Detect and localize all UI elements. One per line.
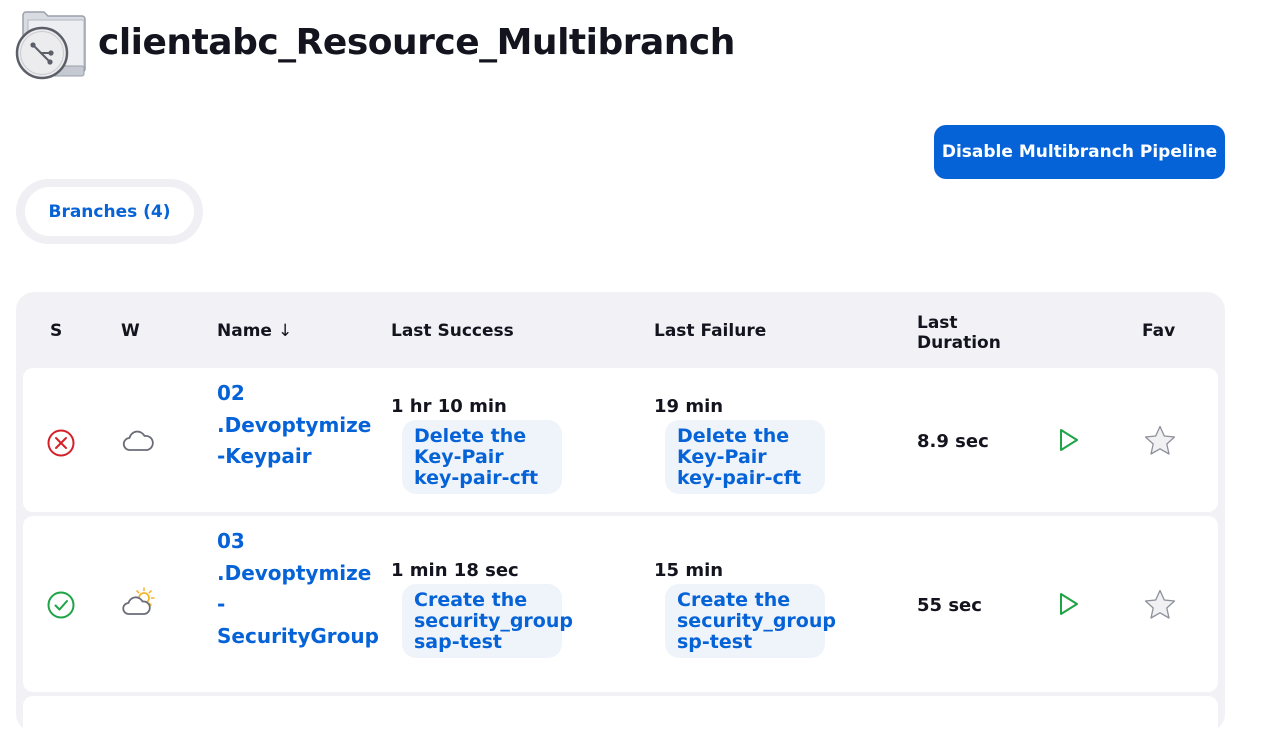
failure-icon xyxy=(46,428,76,463)
cloudy-icon xyxy=(121,428,155,459)
branch-name-line: 03 xyxy=(217,529,245,553)
sort-arrow-icon: ↓ xyxy=(277,321,293,341)
last-success-build-link[interactable]: Create the security_group sap-test xyxy=(402,584,573,658)
table-row xyxy=(23,696,1218,756)
last-success-build-link[interactable]: Delete the Key-Pair key-pair-cft xyxy=(402,420,562,494)
branch-name-line: 02 xyxy=(217,381,245,405)
star-icon[interactable] xyxy=(1143,588,1177,627)
page-header: clientabc_Resource_Multibranch xyxy=(14,6,735,82)
header-status[interactable]: S xyxy=(50,321,62,341)
play-icon[interactable] xyxy=(1057,591,1081,622)
header-name-label: Name xyxy=(217,321,272,341)
header-fav[interactable]: Fav xyxy=(1142,321,1175,341)
last-success-time: 1 hr 10 min xyxy=(391,396,507,417)
table-row: 03 .Devoptymize - SecurityGroup 1 min 18… xyxy=(23,516,1218,692)
header-last-failure[interactable]: Last Failure xyxy=(654,321,766,341)
header-last-duration[interactable]: Last Duration xyxy=(917,313,1027,353)
branches-table: S W Name ↓ Last Success Last Failure Last… xyxy=(16,292,1225,756)
table-row: 02 .Devoptymize -Keypair 1 hr 10 min Del… xyxy=(23,368,1218,512)
branch-name-line: SecurityGroup xyxy=(217,623,379,648)
branch-name-line: -Keypair xyxy=(217,444,312,468)
last-failure-build-link[interactable]: Create the security_group sp-test xyxy=(665,584,836,658)
success-icon xyxy=(46,590,76,625)
branch-name-line: - xyxy=(217,592,226,616)
header-name[interactable]: Name ↓ xyxy=(217,321,292,341)
play-icon[interactable] xyxy=(1057,427,1081,458)
tab-branches[interactable]: Branches (4) xyxy=(25,187,194,236)
last-duration: 55 sec xyxy=(917,595,982,616)
branch-name-line: .Devoptymize xyxy=(217,412,372,437)
tab-bar: Branches (4) xyxy=(16,179,203,244)
last-duration: 8.9 sec xyxy=(917,431,989,452)
star-icon[interactable] xyxy=(1143,424,1177,463)
last-success-time: 1 min 18 sec xyxy=(391,560,519,581)
last-failure-time: 19 min xyxy=(654,396,724,417)
branch-name-link[interactable]: 02 .Devoptymize -Keypair xyxy=(217,378,371,473)
branch-name-line: .Devoptymize xyxy=(217,560,372,585)
last-failure-time: 15 min xyxy=(654,560,724,581)
multibranch-folder-icon xyxy=(14,6,90,82)
branch-name-link[interactable]: 03 .Devoptymize - SecurityGroup xyxy=(217,526,379,652)
header-last-success[interactable]: Last Success xyxy=(391,321,514,341)
header-weather[interactable]: W xyxy=(121,321,140,341)
page-title: clientabc_Resource_Multibranch xyxy=(98,21,735,63)
last-failure-build-link[interactable]: Delete the Key-Pair key-pair-cft xyxy=(665,420,825,494)
disable-pipeline-button[interactable]: Disable Multibranch Pipeline xyxy=(934,125,1225,179)
partly-sunny-icon xyxy=(121,586,157,623)
